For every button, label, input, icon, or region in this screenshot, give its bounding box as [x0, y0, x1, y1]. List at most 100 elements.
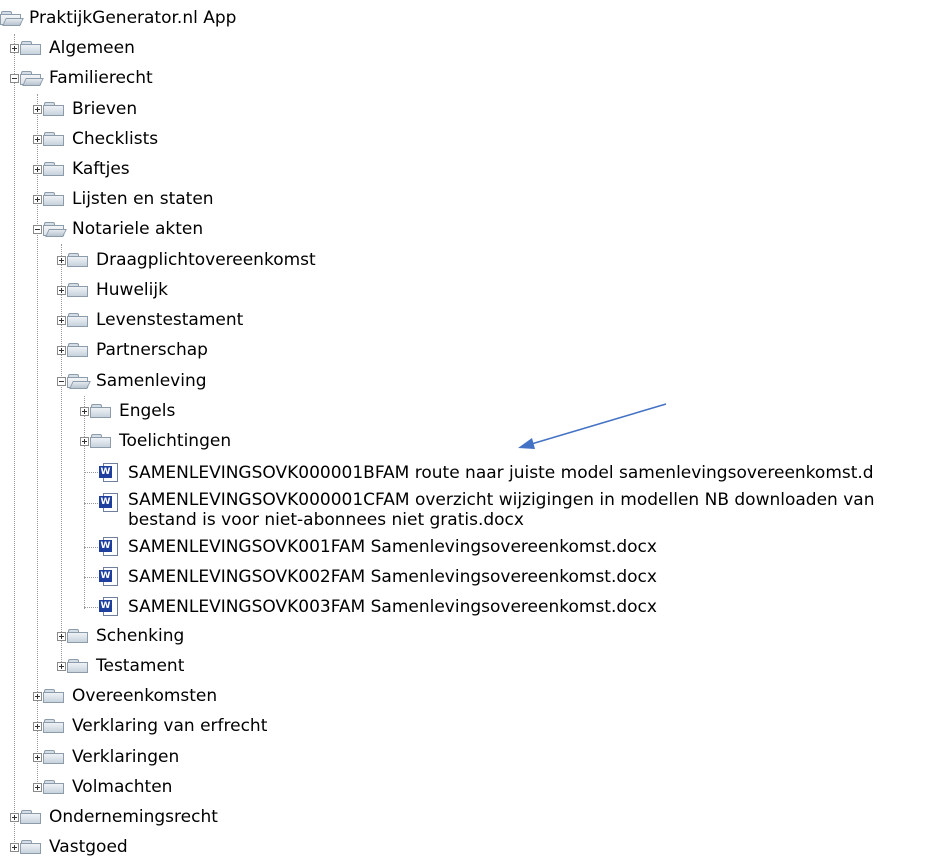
tree-item-checklists[interactable]: Checklists	[33, 124, 158, 154]
word-document-icon: W	[98, 462, 120, 484]
expand-plus-icon[interactable]	[57, 255, 66, 265]
folder-icon	[43, 718, 65, 734]
tree-item-label: Ondernemingsrecht	[49, 807, 218, 827]
tree-item-algemeen[interactable]: Algemeen	[10, 33, 135, 63]
tree-item-label: Notariele akten	[72, 219, 204, 239]
tree-item-label: Algemeen	[49, 38, 135, 58]
expand-plus-icon[interactable]	[57, 285, 66, 295]
tree-item-label: Schenking	[96, 626, 185, 646]
tree-item-label: Toelichtingen	[119, 431, 232, 451]
tree-item-label: Huwelijk	[96, 280, 168, 300]
tree-item-testament[interactable]: Testament	[57, 651, 184, 681]
expand-plus-icon[interactable]	[10, 842, 19, 852]
document-item[interactable]: W SAMENLEVINGSOVK000001BFAM route naar j…	[98, 458, 874, 488]
folder-icon	[20, 839, 42, 855]
expand-plus-icon[interactable]	[33, 164, 42, 174]
tree-item-volmachten[interactable]: Volmachten	[33, 772, 172, 802]
tree-item-schenking[interactable]: Schenking	[57, 621, 184, 651]
tree-line	[14, 34, 15, 850]
folder-icon	[67, 658, 89, 674]
folder-icon	[67, 342, 89, 358]
expand-plus-icon[interactable]	[33, 134, 42, 144]
folder-icon	[67, 628, 89, 644]
annotation-arrow-head	[518, 438, 535, 449]
folder-icon	[43, 191, 65, 207]
tree-line	[84, 577, 98, 578]
expand-plus-icon[interactable]	[10, 43, 19, 53]
folder-icon	[20, 809, 42, 825]
folder-icon	[67, 312, 89, 328]
tree-item-brieven[interactable]: Brieven	[33, 94, 137, 124]
tree-item-levenstestament[interactable]: Levenstestament	[57, 305, 243, 335]
annotation-arrow-line	[527, 403, 667, 446]
tree-line	[84, 472, 98, 473]
folder-icon	[90, 403, 112, 419]
tree-item-overeenkomsten[interactable]: Overeenkomsten	[33, 681, 217, 711]
tree-item-kaftjes[interactable]: Kaftjes	[33, 154, 130, 184]
tree-item-engels[interactable]: Engels	[80, 396, 175, 426]
expand-plus-icon[interactable]	[33, 194, 42, 204]
tree-item-label: Checklists	[72, 129, 159, 149]
document-label: SAMENLEVINGSOVK003FAM Samenlevingsoveree…	[128, 597, 657, 617]
folder-open-icon	[20, 70, 44, 86]
document-label: SAMENLEVINGSOVK002FAM Samenlevingsoveree…	[128, 567, 657, 587]
tree-item-ondernemingsrecht[interactable]: Ondernemingsrecht	[10, 802, 218, 832]
expand-plus-icon[interactable]	[33, 752, 42, 762]
document-item[interactable]: W SAMENLEVINGSOVK002FAM Samenlevingsover…	[98, 562, 657, 592]
folder-icon	[43, 161, 65, 177]
folder-icon	[20, 40, 42, 56]
expand-plus-icon[interactable]	[57, 315, 66, 325]
expand-plus-icon[interactable]	[33, 691, 42, 701]
tree-item-toelichtingen[interactable]: Toelichtingen	[80, 426, 231, 456]
tree-item-familierecht[interactable]: Familierecht	[10, 63, 153, 93]
collapse-minus-icon[interactable]	[10, 73, 19, 83]
tree-item-label: Levenstestament	[96, 310, 244, 330]
document-item[interactable]: W SAMENLEVINGSOVK000001CFAM overzicht wi…	[98, 488, 874, 532]
tree-item-verklaring-van-erfrecht[interactable]: Verklaring van erfrecht	[33, 711, 267, 741]
collapse-minus-icon[interactable]	[33, 224, 42, 234]
tree-item-huwelijk[interactable]: Huwelijk	[57, 275, 168, 305]
tree-item-lijsten-en-staten[interactable]: Lijsten en staten	[33, 184, 214, 214]
collapse-minus-icon[interactable]	[57, 376, 66, 386]
document-item[interactable]: W SAMENLEVINGSOVK003FAM Samenlevingsover…	[98, 592, 657, 622]
expand-plus-icon[interactable]	[80, 406, 89, 416]
word-document-icon: W	[98, 596, 120, 618]
tree-line	[84, 607, 98, 608]
tree-item-verklaringen[interactable]: Verklaringen	[33, 742, 179, 772]
tree-item-label: Overeenkomsten	[72, 686, 218, 706]
folder-icon	[43, 131, 65, 147]
tree-item-label: Brieven	[72, 99, 138, 119]
expand-plus-icon[interactable]	[57, 631, 66, 641]
word-document-icon: W	[98, 566, 120, 588]
tree-item-label: Samenleving	[96, 371, 207, 391]
tree-line	[84, 503, 98, 504]
tree-item-notariele-akten[interactable]: Notariele akten	[33, 214, 203, 244]
tree-line	[84, 547, 98, 548]
folder-icon	[43, 749, 65, 765]
folder-icon	[43, 779, 65, 795]
word-document-icon: W	[98, 536, 120, 558]
document-label: bestand is voor niet-abonnees niet grati…	[128, 510, 524, 530]
tree-item-label: Kaftjes	[72, 159, 130, 179]
tree-item-root[interactable]: PraktijkGenerator.nl App	[0, 3, 236, 33]
tree-item-label: Lijsten en staten	[72, 189, 214, 209]
document-label: SAMENLEVINGSOVK001FAM Samenlevingsoveree…	[128, 537, 657, 557]
document-label: SAMENLEVINGSOVK000001BFAM route naar jui…	[128, 463, 874, 483]
document-label: SAMENLEVINGSOVK000001CFAM overzicht wijz…	[128, 490, 875, 510]
expand-plus-icon[interactable]	[33, 782, 42, 792]
folder-icon	[67, 282, 89, 298]
document-item[interactable]: W SAMENLEVINGSOVK001FAM Samenlevingsover…	[98, 532, 657, 562]
word-document-icon: W	[98, 492, 120, 514]
folder-icon	[67, 252, 89, 268]
expand-plus-icon[interactable]	[57, 345, 66, 355]
expand-plus-icon[interactable]	[33, 721, 42, 731]
tree-item-label: Vastgoed	[49, 837, 128, 857]
tree-item-partnerschap[interactable]: Partnerschap	[57, 335, 208, 365]
expand-plus-icon[interactable]	[33, 104, 42, 114]
tree-item-samenleving[interactable]: Samenleving	[57, 366, 207, 396]
tree-item-draagplichtovereenkomst[interactable]: Draagplichtovereenkomst	[57, 245, 316, 275]
folder-open-icon	[0, 10, 24, 26]
expand-plus-icon[interactable]	[57, 661, 66, 671]
expand-plus-icon[interactable]	[80, 436, 89, 446]
expand-plus-icon[interactable]	[10, 812, 19, 822]
